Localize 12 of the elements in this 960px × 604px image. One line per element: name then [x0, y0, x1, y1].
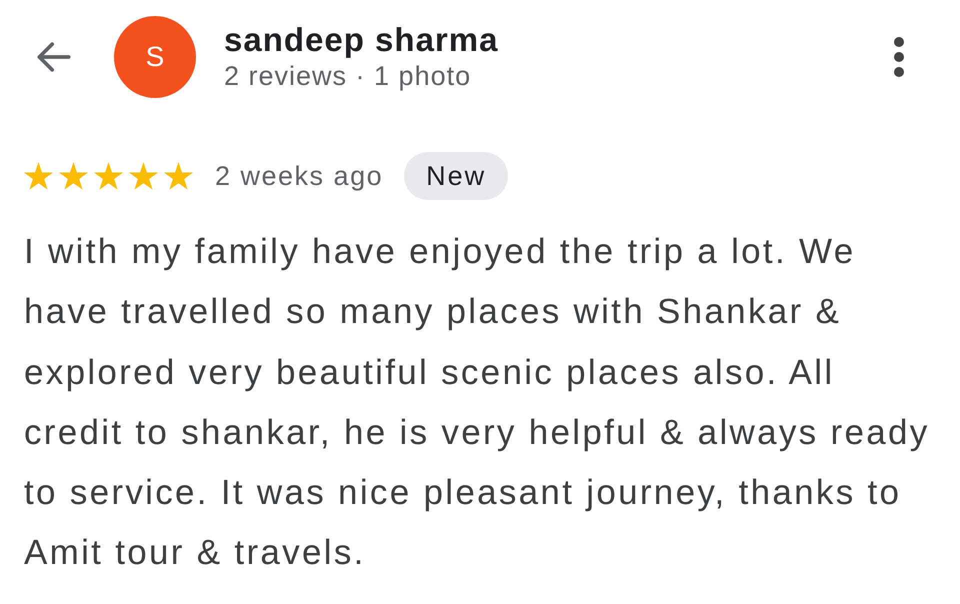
star-icon [59, 162, 88, 190]
star-icon [94, 162, 123, 190]
new-badge: New [404, 152, 508, 200]
star-icon [164, 162, 193, 190]
star-icon [24, 162, 53, 190]
review-time: 2 weeks ago [215, 160, 384, 193]
more-vertical-icon [894, 37, 904, 77]
reviewer-name: sandeep sharma [224, 21, 498, 59]
star-icon [129, 162, 158, 190]
avatar: S [114, 16, 196, 98]
review-text: I with my family have enjoyed the trip a lot. We have travelled so many places with Shankar & explored very beautiful scenic places also. All credit to shankar, he is very helpful & always ready to service. It was nice pleasant journey, thanks to Amit tour & travels. [24, 231, 931, 574]
reviewer-stats: 2 reviews · 1 photo [224, 60, 472, 93]
